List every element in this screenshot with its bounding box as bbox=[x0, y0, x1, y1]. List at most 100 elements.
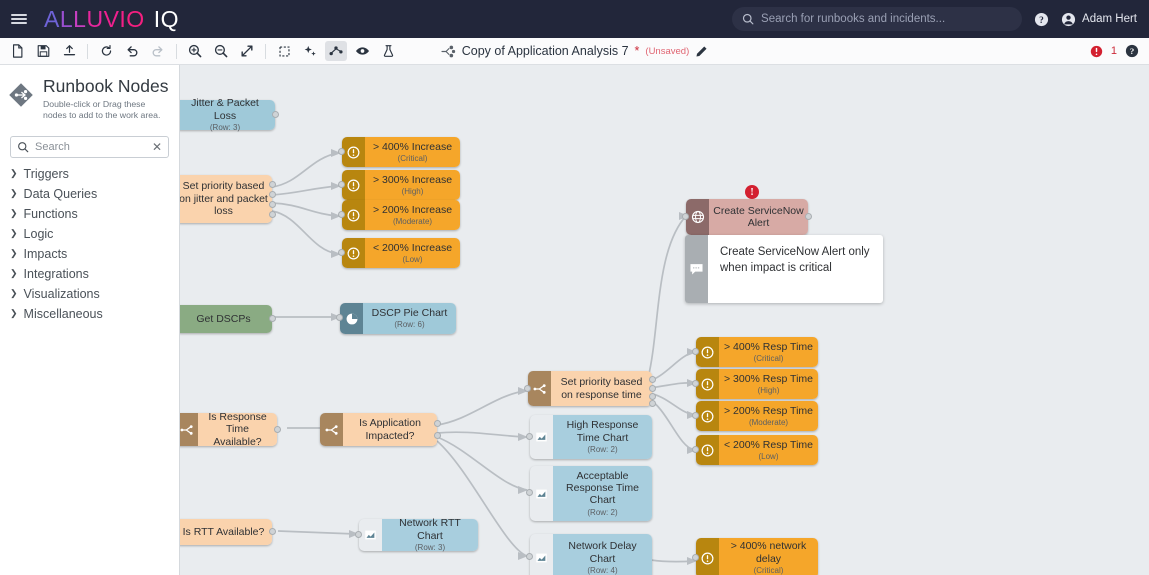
canvas-comment-box[interactable]: Create ServiceNow Alert only when impact… bbox=[685, 235, 883, 303]
node-port[interactable] bbox=[338, 249, 345, 256]
sidebar-item-miscellaneous[interactable]: ❯ Miscellaneous bbox=[0, 304, 179, 324]
runbook-title-text[interactable]: Copy of Application Analysis 7 bbox=[462, 44, 629, 58]
node-increase-300[interactable]: > 300% Increase (High) bbox=[342, 170, 460, 200]
runbook-canvas[interactable]: Jitter & Packet Loss (Row: 3) Set priori… bbox=[180, 65, 1149, 575]
node-port[interactable] bbox=[692, 446, 699, 453]
sidebar-item-impacts[interactable]: ❯ Impacts bbox=[0, 244, 179, 264]
upload-button[interactable] bbox=[58, 41, 80, 61]
node-port[interactable] bbox=[272, 111, 279, 118]
new-file-button[interactable] bbox=[6, 41, 28, 61]
node-port[interactable] bbox=[434, 420, 441, 427]
node-port[interactable] bbox=[269, 181, 276, 188]
node-acceptable-response-time-chart[interactable]: Acceptable Response Time Chart (Row: 2) bbox=[530, 466, 652, 521]
node-set-priority-jitter[interactable]: Set priority based on jitter and packet … bbox=[180, 175, 272, 223]
sidebar-item-data-queries[interactable]: ❯ Data Queries bbox=[0, 184, 179, 204]
node-resp-300[interactable]: > 300% Resp Time (High) bbox=[696, 369, 818, 399]
undo-button[interactable] bbox=[121, 41, 143, 61]
node-network-rtt-chart[interactable]: Network RTT Chart (Row: 3) bbox=[359, 519, 478, 551]
node-port[interactable] bbox=[649, 393, 656, 400]
connect-nodes-button[interactable] bbox=[325, 41, 347, 61]
node-port[interactable] bbox=[526, 553, 533, 560]
node-port[interactable] bbox=[434, 432, 441, 439]
node-port[interactable] bbox=[269, 528, 276, 535]
node-increase-lt200[interactable]: < 200% Increase (Low) bbox=[342, 238, 460, 268]
node-port[interactable] bbox=[692, 412, 699, 419]
node-port[interactable] bbox=[269, 191, 276, 198]
node-label: > 300% Increase bbox=[373, 174, 452, 186]
error-exclamation-icon[interactable] bbox=[1090, 45, 1103, 58]
hamburger-menu-icon[interactable] bbox=[0, 0, 38, 38]
node-network-delay-400[interactable]: > 400% network delay (Critical) bbox=[696, 538, 818, 575]
node-port[interactable] bbox=[649, 385, 656, 392]
sidebar-item-logic[interactable]: ❯ Logic bbox=[0, 224, 179, 244]
save-button[interactable] bbox=[32, 41, 54, 61]
test-button[interactable] bbox=[377, 41, 399, 61]
upload-icon bbox=[63, 44, 76, 58]
logo-letter: I bbox=[119, 6, 126, 33]
global-search-input[interactable]: Search for runbooks and incidents... bbox=[732, 7, 1022, 31]
alert-exclamation-icon bbox=[696, 369, 719, 399]
clear-search-icon[interactable]: ✕ bbox=[152, 141, 162, 153]
node-port[interactable] bbox=[274, 426, 281, 433]
zoom-out-button[interactable] bbox=[210, 41, 232, 61]
node-set-priority-response-time[interactable]: Set priority based on response time bbox=[528, 371, 652, 406]
node-port[interactable] bbox=[805, 213, 812, 220]
node-get-dscps[interactable]: Get DSCPs bbox=[180, 305, 272, 333]
node-port[interactable] bbox=[649, 376, 656, 383]
node-port[interactable] bbox=[524, 385, 531, 392]
help-button[interactable]: ? bbox=[1034, 12, 1049, 27]
node-resp-200[interactable]: > 200% Resp Time (Moderate) bbox=[696, 401, 818, 431]
node-dscp-pie-chart[interactable]: DSCP Pie Chart (Row: 6) bbox=[340, 303, 456, 334]
node-port[interactable] bbox=[336, 314, 343, 321]
node-port[interactable] bbox=[526, 433, 533, 440]
auto-arrange-button[interactable] bbox=[299, 41, 321, 61]
node-port[interactable] bbox=[692, 380, 699, 387]
node-body: Jitter & Packet Loss (Row: 3) bbox=[180, 100, 275, 130]
node-label: Is RTT Available? bbox=[183, 526, 265, 538]
node-high-response-time-chart[interactable]: High Response Time Chart (Row: 2) bbox=[530, 415, 652, 459]
node-port[interactable] bbox=[269, 315, 276, 322]
magnifier-minus-icon bbox=[214, 44, 228, 58]
user-menu[interactable]: Adam Hert bbox=[1061, 12, 1137, 27]
node-is-response-time-available[interactable]: Is Response Time Available? bbox=[180, 413, 277, 446]
node-port[interactable] bbox=[269, 201, 276, 208]
node-is-application-impacted[interactable]: Is Application Impacted? bbox=[320, 413, 437, 446]
node-port[interactable] bbox=[692, 554, 699, 561]
node-severity: (Moderate) bbox=[393, 217, 432, 226]
sidebar-item-triggers[interactable]: ❯ Triggers bbox=[0, 164, 179, 184]
sidebar-item-integrations[interactable]: ❯ Integrations bbox=[0, 264, 179, 284]
help-circle-dark-icon[interactable]: ? bbox=[1125, 44, 1139, 58]
select-area-button[interactable] bbox=[273, 41, 295, 61]
help-circle-icon: ? bbox=[1034, 12, 1049, 27]
node-create-servicenow-alert[interactable]: Create ServiceNow Alert bbox=[686, 199, 808, 235]
node-port[interactable] bbox=[355, 531, 362, 538]
preview-button[interactable] bbox=[351, 41, 373, 61]
node-network-delay-chart[interactable]: Network Delay Chart (Row: 4) bbox=[530, 534, 652, 575]
revert-button[interactable] bbox=[95, 41, 117, 61]
redo-button[interactable] bbox=[147, 41, 169, 61]
zoom-in-button[interactable] bbox=[184, 41, 206, 61]
node-search-input[interactable]: Search ✕ bbox=[10, 136, 169, 158]
node-port[interactable] bbox=[338, 181, 345, 188]
node-error-badge[interactable]: ! bbox=[745, 185, 759, 199]
node-increase-200[interactable]: > 200% Increase (Moderate) bbox=[342, 200, 460, 230]
node-resp-400[interactable]: > 400% Resp Time (Critical) bbox=[696, 337, 818, 367]
node-port[interactable] bbox=[526, 489, 533, 496]
node-port[interactable] bbox=[649, 400, 656, 407]
node-resp-lt200[interactable]: < 200% Resp Time (Low) bbox=[696, 435, 818, 465]
chart-line-icon bbox=[359, 519, 382, 551]
node-port[interactable] bbox=[269, 211, 276, 218]
pencil-icon[interactable] bbox=[695, 45, 708, 58]
sidebar-item-functions[interactable]: ❯ Functions bbox=[0, 204, 179, 224]
node-port[interactable] bbox=[338, 211, 345, 218]
node-port[interactable] bbox=[692, 348, 699, 355]
node-increase-400[interactable]: > 400% Increase (Critical) bbox=[342, 137, 460, 167]
runbook-diamond-icon bbox=[8, 82, 34, 108]
node-port[interactable] bbox=[338, 148, 345, 155]
node-jitter-packet-loss[interactable]: Jitter & Packet Loss (Row: 3) bbox=[180, 100, 275, 130]
sidebar-item-label: Data Queries bbox=[24, 187, 98, 201]
node-port[interactable] bbox=[682, 213, 689, 220]
fit-screen-button[interactable] bbox=[236, 41, 258, 61]
sidebar-item-visualizations[interactable]: ❯ Visualizations bbox=[0, 284, 179, 304]
node-is-rtt-available[interactable]: Is RTT Available? bbox=[180, 519, 272, 545]
